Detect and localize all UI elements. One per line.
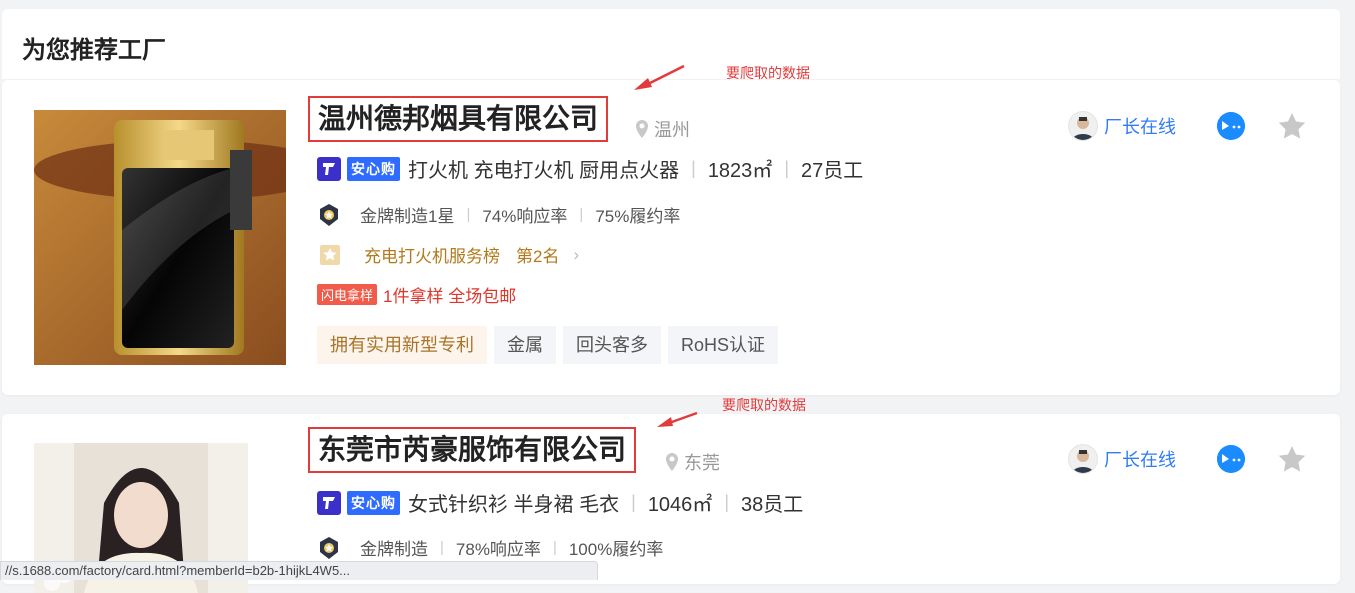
response-rate: 74%响应率 xyxy=(482,207,568,226)
gold-medal-icon xyxy=(320,536,338,559)
tag: 拥有实用新型专利 xyxy=(317,326,487,364)
chat-icon[interactable] xyxy=(1217,445,1245,473)
promo-tag: 闪电拿样 xyxy=(317,284,378,305)
location: 温州 xyxy=(634,116,690,142)
promo-row: 闪电拿样 1件拿样 全场包邮 xyxy=(317,282,516,307)
annotation-label: 要爬取的数据 xyxy=(726,65,810,81)
employee-count: 38员工 xyxy=(741,494,804,516)
factory-area: 1046㎡ xyxy=(647,494,713,516)
divider: | xyxy=(724,492,729,512)
category-row: 安心购 打火机 充电打火机 厨用点火器 | 1823㎡ | 27员工 xyxy=(317,154,863,183)
factory-card[interactable]: 东莞市芮豪服饰有限公司 东莞 安心购 女式针织衫 半身裙 毛衣 | 1046㎡ … xyxy=(2,414,1340,593)
divider: | xyxy=(440,539,444,556)
avatar xyxy=(1068,111,1098,141)
divider: | xyxy=(691,158,696,178)
location-text: 温州 xyxy=(654,120,690,140)
rank-row[interactable]: 充电打火机服务榜 第2名 › xyxy=(320,242,579,267)
tag: 回头客多 xyxy=(563,326,661,364)
factory-area: 1823㎡ xyxy=(707,160,773,182)
online-label: 厂长在线 xyxy=(1104,117,1176,137)
annotation-arrow-icon xyxy=(634,64,685,90)
anxin-badge: 安心购 xyxy=(347,490,400,515)
annotation-label: 要爬取的数据 xyxy=(722,397,806,413)
tag-list: 拥有实用新型专利 金属 回头客多 RoHS认证 xyxy=(317,326,779,364)
rank-position: 第2名 xyxy=(516,247,560,266)
location: 东莞 xyxy=(664,449,720,475)
factory-photo[interactable] xyxy=(34,110,286,365)
divider: | xyxy=(579,206,584,223)
owner-online[interactable]: 厂长在线 xyxy=(1068,111,1176,141)
avatar xyxy=(1068,444,1098,474)
tag: RoHS认证 xyxy=(668,326,779,364)
categories: 打火机 充电打火机 厨用点火器 xyxy=(408,160,680,182)
rating: 金牌制造 xyxy=(360,540,428,559)
tag: 金属 xyxy=(494,326,556,364)
divider: | xyxy=(552,539,557,556)
gold-medal-icon xyxy=(320,203,338,226)
chevron-right-icon: › xyxy=(573,244,580,264)
stats-row: 金牌制造1星 | 74%响应率 | 75%履约率 xyxy=(318,202,680,227)
factory-card[interactable]: 温州德邦烟具有限公司 温州 安心购 打火机 充电打火机 厨用点火器 | 1823… xyxy=(2,80,1340,395)
fulfillment-rate: 75%履约率 xyxy=(595,207,681,226)
factory-name[interactable]: 温州德邦烟具有限公司 xyxy=(308,96,609,142)
categories: 女式针织衫 半身裙 毛衣 xyxy=(408,494,620,516)
fulfillment-rate: 100%履约率 xyxy=(568,540,664,559)
anxin-badge: 安心购 xyxy=(347,156,400,181)
rank-list-name: 充电打火机服务榜 xyxy=(364,247,500,266)
lighter-image xyxy=(34,110,286,365)
location-pin-icon xyxy=(636,120,648,138)
favorite-star-icon[interactable] xyxy=(1277,444,1307,474)
divider: | xyxy=(784,158,789,178)
divider: | xyxy=(466,206,471,223)
favorite-star-icon[interactable] xyxy=(1277,111,1307,141)
location-text: 东莞 xyxy=(684,453,720,473)
status-bar-url: //s.1688.com/factory/card.html?memberId=… xyxy=(0,561,598,580)
annotation-arrow-icon xyxy=(657,411,698,427)
employee-count: 27员工 xyxy=(801,160,864,182)
stats-row: 金牌制造 | 78%响应率 | 100%履约率 xyxy=(318,535,663,560)
promo-text: 1件拿样 全场包邮 xyxy=(383,287,517,306)
section-title: 为您推荐工厂 xyxy=(22,37,166,64)
chat-icon[interactable] xyxy=(1217,112,1245,140)
owner-online[interactable]: 厂长在线 xyxy=(1068,444,1176,474)
location-pin-icon xyxy=(666,453,678,471)
divider: | xyxy=(631,492,636,512)
response-rate: 78%响应率 xyxy=(455,540,541,559)
rank-star-icon xyxy=(320,244,340,265)
trust-shield-icon xyxy=(317,490,341,515)
online-label: 厂长在线 xyxy=(1104,450,1176,470)
category-row: 安心购 女式针织衫 半身裙 毛衣 | 1046㎡ | 38员工 xyxy=(317,488,803,517)
trust-shield-icon xyxy=(317,156,341,181)
rating: 金牌制造1星 xyxy=(360,207,455,226)
factory-name[interactable]: 东莞市芮豪服饰有限公司 xyxy=(308,427,637,473)
